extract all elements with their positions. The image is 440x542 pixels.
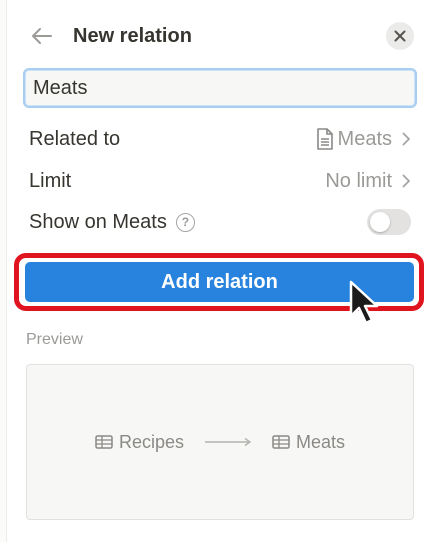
limit-row[interactable]: Limit No limit xyxy=(29,166,411,196)
chevron-right-icon xyxy=(402,132,410,146)
preview-box: Recipes Meats xyxy=(26,364,414,520)
related-to-value: Meats xyxy=(337,127,392,150)
preview-target: Meats xyxy=(272,432,345,453)
relation-name-input[interactable] xyxy=(23,68,417,108)
arrow-left-icon[interactable] xyxy=(30,24,54,48)
arrow-right-icon xyxy=(205,437,252,447)
page-title: New relation xyxy=(73,24,192,47)
table-icon xyxy=(95,435,113,449)
table-icon xyxy=(272,435,290,449)
sidebar-edge xyxy=(0,0,7,542)
mouse-pointer-icon xyxy=(349,280,379,325)
show-on-label: Show on Meats xyxy=(29,210,167,233)
close-button[interactable] xyxy=(386,22,414,50)
preview-source-label: Recipes xyxy=(118,431,184,452)
help-icon[interactable]: ? xyxy=(175,212,195,232)
show-on-row: Show on Meats ? xyxy=(29,207,411,237)
panel-header: New relation xyxy=(30,18,416,54)
chevron-right-icon xyxy=(402,174,410,188)
preview-target-label: Meats xyxy=(296,431,346,452)
related-to-row[interactable]: Related to Meats xyxy=(29,124,411,154)
show-on-label-wrap: Show on Meats ? xyxy=(29,211,195,234)
preview-source: Recipes xyxy=(95,432,184,453)
show-on-toggle[interactable] xyxy=(367,209,411,235)
limit-label: Limit xyxy=(29,169,72,192)
related-to-label: Related to xyxy=(29,127,121,150)
preview-label: Preview xyxy=(26,331,83,348)
limit-select[interactable]: No limit xyxy=(321,170,411,193)
page-icon xyxy=(316,128,333,150)
limit-value: No limit xyxy=(325,169,392,192)
toggle-knob xyxy=(370,212,390,232)
close-icon xyxy=(394,30,406,42)
related-to-select[interactable]: Meats xyxy=(316,128,411,151)
